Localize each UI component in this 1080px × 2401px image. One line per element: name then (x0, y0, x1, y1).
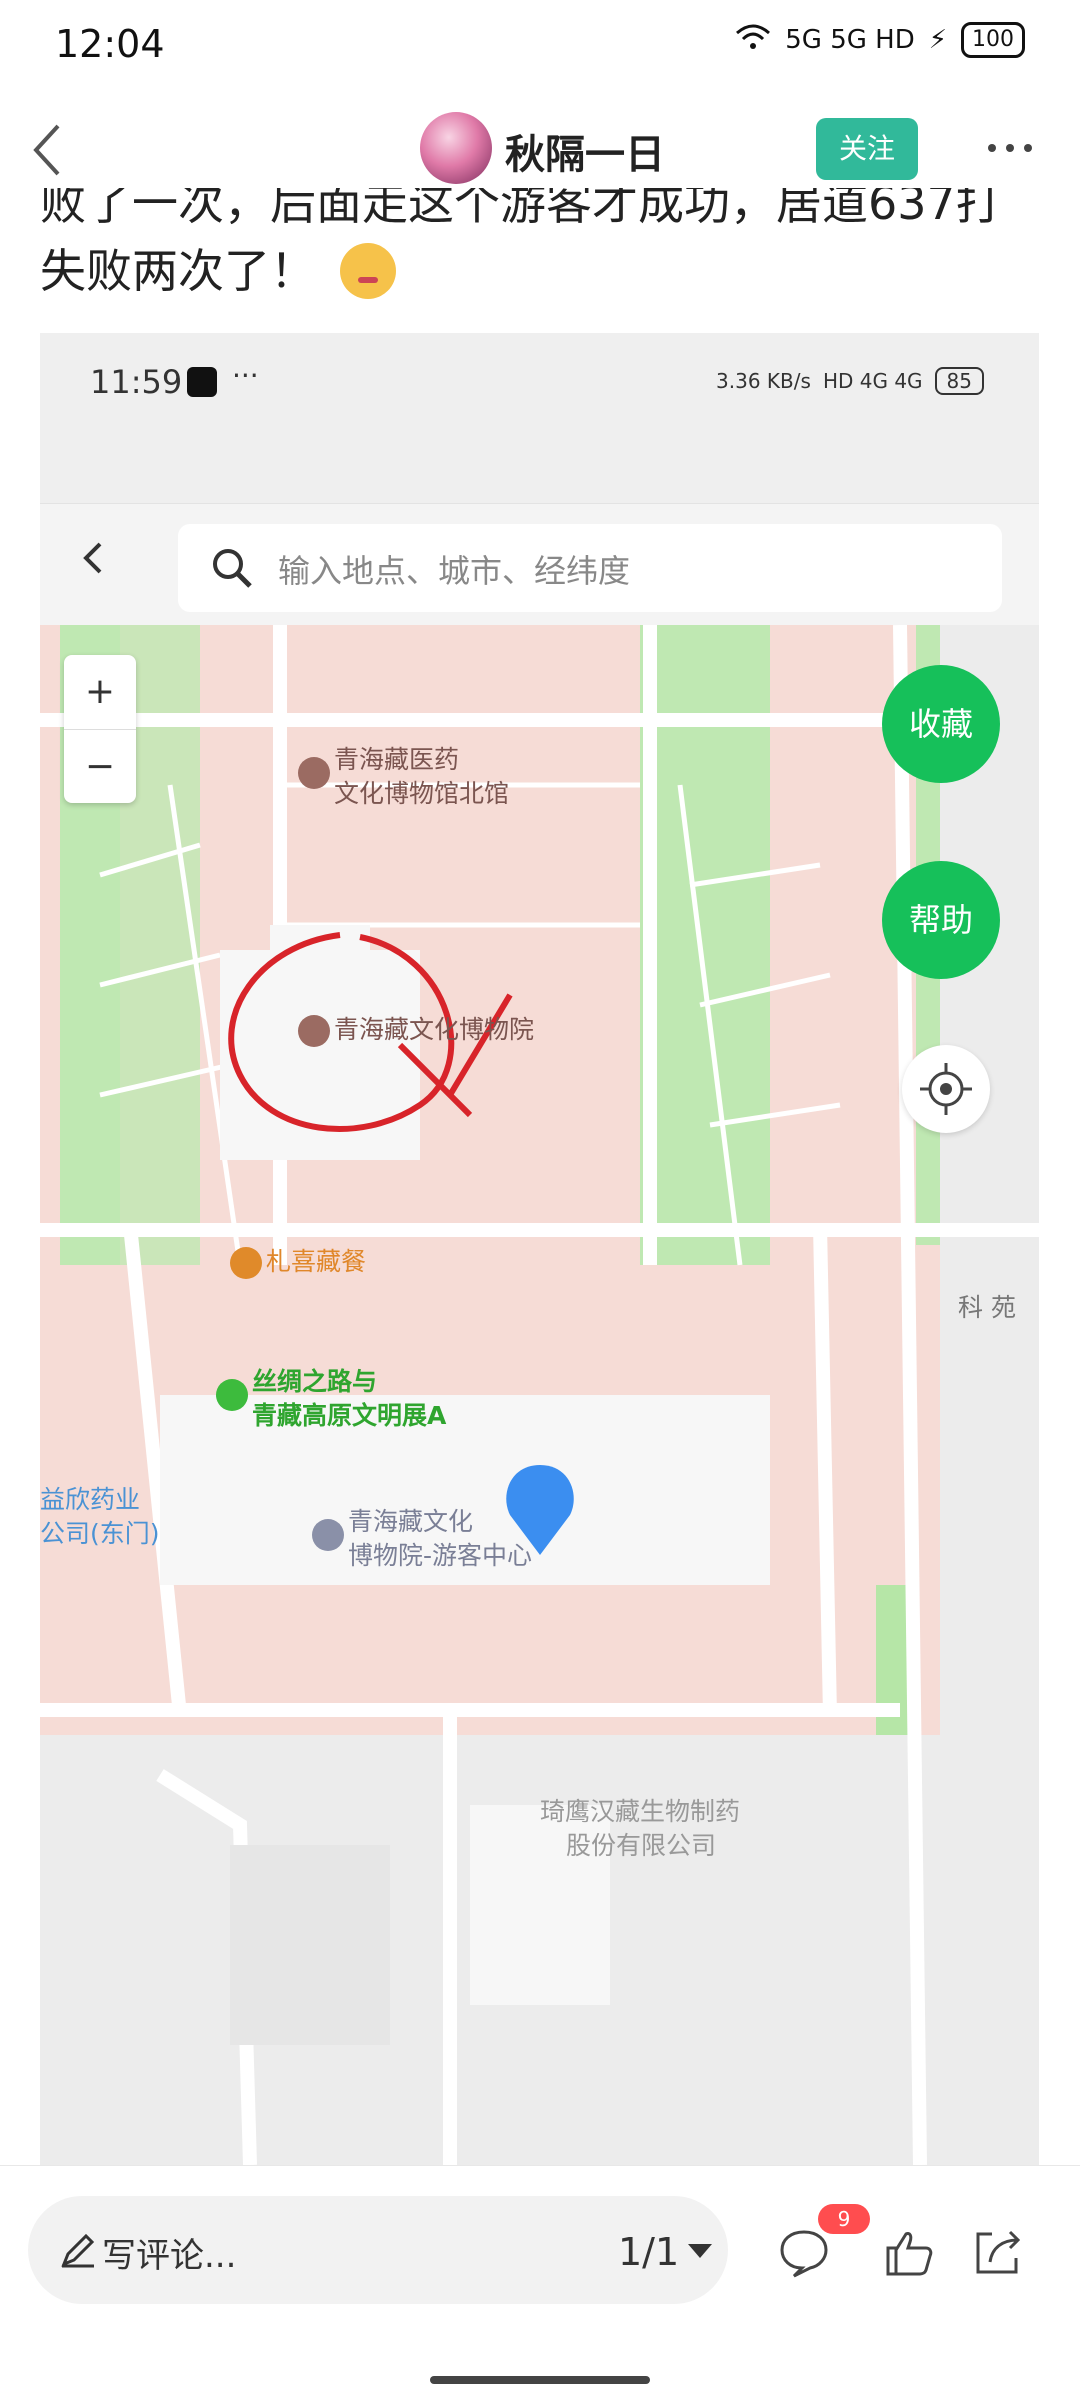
back-button[interactable] (28, 120, 68, 180)
wifi-icon (735, 23, 771, 58)
zoom-out-button[interactable]: − (64, 730, 136, 804)
post-image[interactable]: 11:59 ··· 3.36 KB/s HD 4G 4G 85 输入地点、城市、… (40, 333, 1039, 2165)
map-back-button[interactable] (80, 538, 104, 589)
poi-north-museum[interactable]: 青海藏医药 文化博物馆北馆 (298, 743, 509, 811)
poi-museum[interactable]: 青海藏文化博物院 (298, 1013, 534, 1047)
search-icon (213, 549, 252, 588)
embedded-status-bar: 11:59 ··· 3.36 KB/s HD 4G 4G 85 (40, 333, 1039, 503)
map-search-bar: 输入地点、城市、经纬度 (40, 503, 1039, 626)
chevron-left-icon (83, 542, 102, 574)
comment-count-badge: 9 (818, 2204, 870, 2234)
favorite-button[interactable]: 收藏 (882, 665, 1000, 783)
poi-exhibit[interactable]: 丝绸之路与 青藏高原文明展A (216, 1365, 446, 1433)
comment-placeholder: 写评论... (102, 2236, 237, 2276)
road-label: 科 苑 (958, 1293, 1016, 1322)
map-view[interactable]: + − 收藏 帮助 青海藏医药 文化博物馆北馆 青海藏文化博物院 札喜藏餐 丝绸… (40, 625, 1039, 2165)
map-search-input[interactable]: 输入地点、城市、经纬度 (178, 524, 1002, 612)
poi-visitor-center[interactable]: 青海藏文化 博物院-游客中心 (312, 1505, 532, 1573)
network-label: 5G 5G HD (785, 25, 915, 55)
status-time: 12:04 (55, 22, 165, 66)
map-canvas (40, 625, 1039, 2165)
home-indicator[interactable] (430, 2376, 650, 2384)
status-bar: 12:04 5G 5G HD ⚡ 100 (0, 0, 1080, 90)
like-icon[interactable] (880, 2224, 936, 2280)
help-button[interactable]: 帮助 (882, 861, 1000, 979)
tiktok-icon (187, 367, 217, 397)
pen-icon (61, 2233, 95, 2268)
battery-level: 100 (961, 22, 1025, 58)
embedded-status-icons: 3.36 KB/s HD 4G 4G 85 (716, 367, 984, 395)
post-line-2: 失败两次了！ (40, 244, 316, 298)
emoji-icon (340, 243, 396, 299)
more-dots-icon: ··· (232, 359, 259, 392)
crosshair-icon (920, 1063, 972, 1115)
author-name[interactable]: 秋隔一日 (505, 122, 665, 180)
caret-down-icon[interactable] (688, 2244, 712, 2258)
embedded-battery: 85 (934, 367, 984, 395)
zoom-control: + − (64, 655, 136, 803)
zoom-in-button[interactable]: + (64, 655, 136, 730)
chevron-left-icon (33, 124, 60, 176)
post-line-1: 败了一次，后面走这个游客才成功，居道637打 (40, 188, 1002, 230)
post-text: 败了一次，后面走这个游客才成功，居道637打 失败两次了！ (40, 188, 1040, 304)
locate-button[interactable] (902, 1045, 990, 1133)
poi-company[interactable]: 琦鹰汉藏生物制药 股份有限公司 (540, 1795, 740, 1863)
status-icons: 5G 5G HD ⚡ 100 (735, 22, 1025, 58)
embedded-time: 11:59 (90, 363, 183, 401)
embedded-network: HD 4G 4G (822, 369, 923, 393)
image-pager[interactable]: 1/1 (618, 2230, 679, 2274)
more-icon[interactable] (988, 144, 1032, 152)
follow-button[interactable]: 关注 (816, 118, 918, 180)
post-header: 秋隔一日 关注 (0, 100, 1080, 200)
poi-restaurant[interactable]: 札喜藏餐 (230, 1245, 366, 1279)
bottom-bar: 写评论... 1/1 9 (0, 2165, 1080, 2401)
comment-input[interactable]: 写评论... 1/1 (28, 2196, 728, 2304)
poi-pharma[interactable]: 益欣药业 公司(东门) (40, 1483, 160, 1551)
comment-icon[interactable] (776, 2224, 832, 2280)
map-search-placeholder: 输入地点、城市、经纬度 (278, 552, 631, 590)
charging-icon: ⚡ (928, 25, 947, 55)
embedded-speed: 3.36 KB/s (716, 369, 811, 393)
share-icon[interactable] (970, 2224, 1026, 2280)
avatar[interactable] (420, 112, 492, 184)
